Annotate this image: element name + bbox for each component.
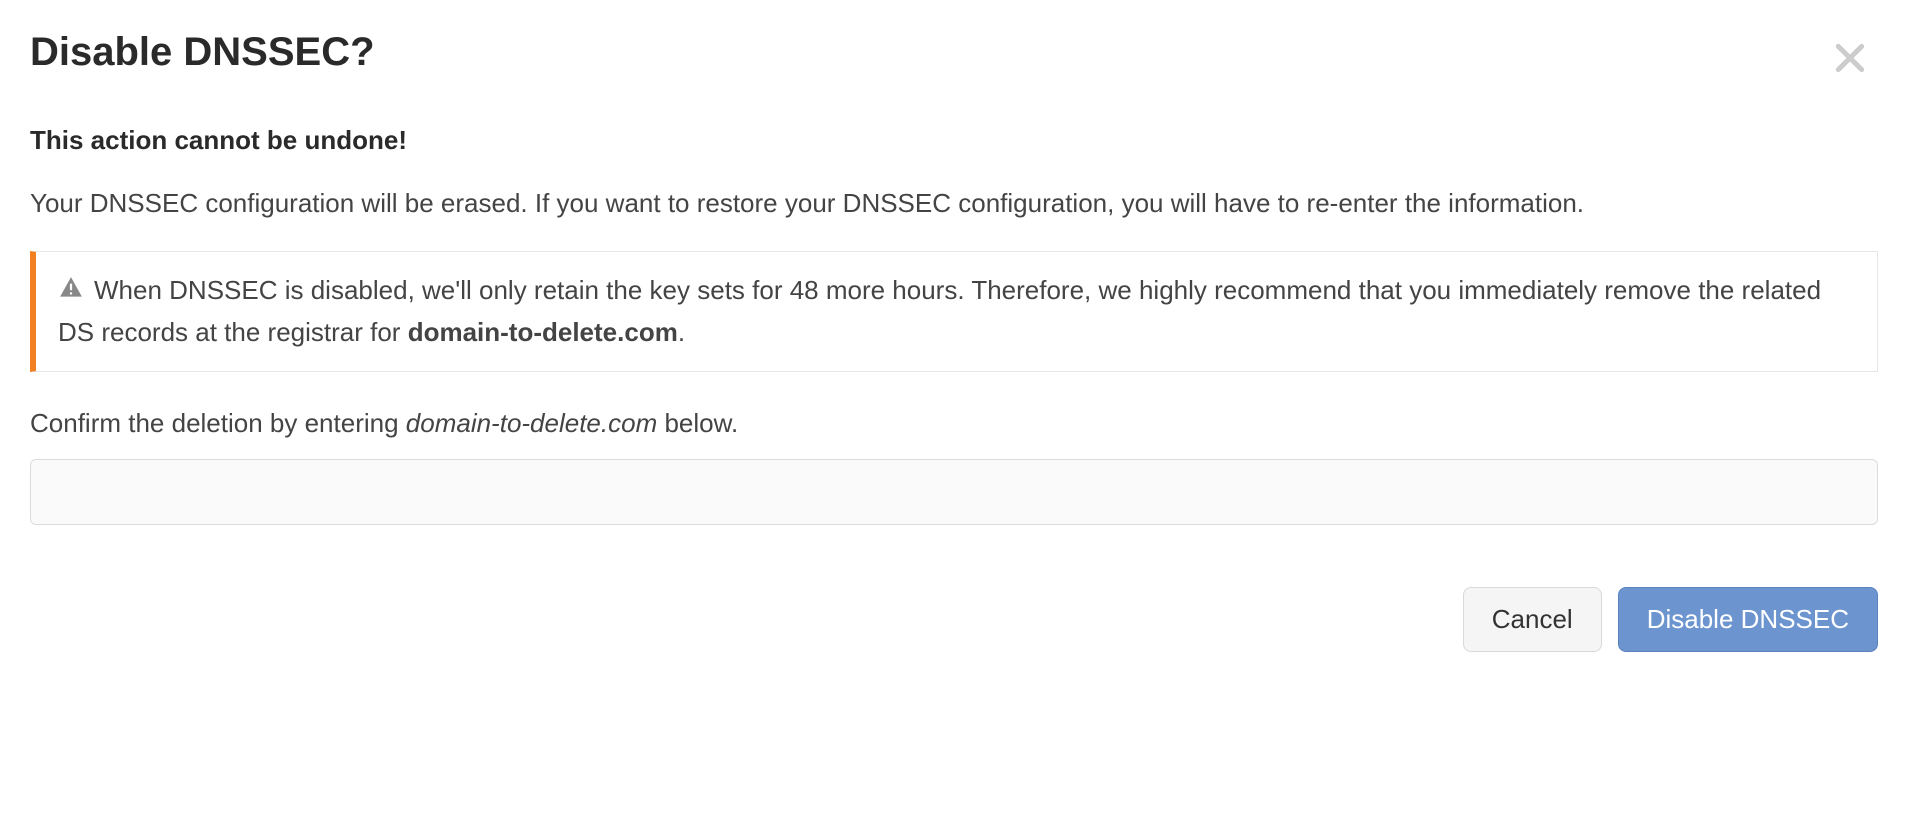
notice-text-after: . xyxy=(678,317,685,347)
confirm-domain: domain-to-delete.com xyxy=(406,408,657,438)
notice-box: When DNSSEC is disabled, we'll only reta… xyxy=(30,251,1878,372)
close-button[interactable] xyxy=(1822,30,1878,86)
notice-text-before: When DNSSEC is disabled, we'll only reta… xyxy=(58,275,1821,347)
confirm-domain-input[interactable] xyxy=(30,459,1878,525)
dialog-title: Disable DNSSEC? xyxy=(30,30,375,75)
warning-icon xyxy=(58,272,84,312)
notice-domain: domain-to-delete.com xyxy=(408,317,678,347)
confirm-suffix: below. xyxy=(657,408,738,438)
dialog-header: Disable DNSSEC? xyxy=(30,30,1878,125)
cancel-button[interactable]: Cancel xyxy=(1463,587,1602,652)
confirm-prefix: Confirm the deletion by entering xyxy=(30,408,406,438)
confirm-prompt: Confirm the deletion by entering domain-… xyxy=(30,408,1878,439)
warning-heading: This action cannot be undone! xyxy=(30,125,1878,156)
close-icon xyxy=(1830,38,1870,78)
dialog-description: Your DNSSEC configuration will be erased… xyxy=(30,184,1878,223)
dialog-buttons: Cancel Disable DNSSEC xyxy=(30,587,1878,652)
disable-dnssec-dialog: Disable DNSSEC? This action cannot be un… xyxy=(30,30,1878,652)
disable-dnssec-button[interactable]: Disable DNSSEC xyxy=(1618,587,1878,652)
